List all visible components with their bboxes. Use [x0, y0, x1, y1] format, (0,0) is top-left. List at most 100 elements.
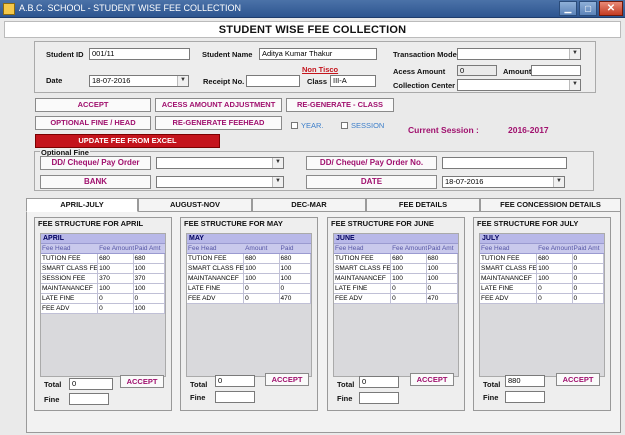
year-checkbox[interactable]: [291, 122, 298, 129]
maximize-button[interactable]: ▢: [579, 1, 597, 16]
collection-center-select[interactable]: ▼: [457, 79, 581, 91]
student-id-input[interactable]: 001/11: [89, 48, 190, 60]
table-row[interactable]: SMART CLASS FE 100 100: [334, 264, 458, 274]
dd-cheque-no-input[interactable]: [442, 157, 567, 169]
section-accept-button[interactable]: ACCEPT: [556, 373, 600, 386]
column-header[interactable]: Fee Head: [334, 244, 391, 253]
optional-fine-head-button[interactable]: OPTIONAL FINE / HEAD: [35, 116, 151, 130]
tab-august-nov[interactable]: AUGUST-NOV: [138, 198, 252, 212]
table-row[interactable]: TUTION FEE 680 0: [480, 254, 604, 264]
table-row[interactable]: TUTION FEE 680 680: [41, 254, 165, 264]
paid-amount-cell: 0: [573, 294, 604, 303]
bank-select[interactable]: ▼: [156, 176, 284, 188]
table-row[interactable]: SMART CLASS FE 100 100: [41, 264, 165, 274]
fine-input[interactable]: [69, 393, 109, 405]
table-row[interactable]: MAINTANANCEF 100 100: [41, 284, 165, 294]
table-row[interactable]: SMART CLASS FE 100 100: [187, 264, 311, 274]
column-header[interactable]: Fee Head: [480, 244, 537, 253]
current-session-value: 2016-2017: [508, 125, 549, 135]
column-header[interactable]: Paid: [280, 244, 311, 253]
table-row[interactable]: FEE ADV 0 0: [480, 294, 604, 304]
receipt-label: Receipt No.: [203, 77, 245, 86]
chevron-down-icon[interactable]: ▼: [569, 80, 580, 90]
column-header[interactable]: Fee Amount: [98, 244, 133, 253]
bank-button[interactable]: BANK: [40, 175, 151, 189]
date-button[interactable]: DATE: [306, 175, 437, 189]
regenerate-feehead-button[interactable]: RE-GENERATE FEEHEAD: [155, 116, 282, 130]
chevron-down-icon[interactable]: ▼: [272, 177, 283, 187]
fee-head-cell: SMART CLASS FE: [481, 264, 538, 273]
receipt-no-field[interactable]: [246, 75, 300, 87]
column-header[interactable]: Fee Head: [41, 244, 98, 253]
fee-amount-cell: 0: [537, 284, 573, 293]
regenerate-class-button[interactable]: RE-GENERATE - CLASS: [286, 98, 394, 112]
tab-fee-details[interactable]: FEE DETAILS: [366, 198, 480, 212]
table-row[interactable]: LATE FINE 0 0: [41, 294, 165, 304]
column-header[interactable]: Paid Amt: [427, 244, 458, 253]
table-row[interactable]: MAINTANANCEF 100 0: [480, 274, 604, 284]
tab-fee-concession-details[interactable]: FEE CONCESSION DETAILS: [480, 198, 621, 212]
close-button[interactable]: ✕: [599, 1, 623, 16]
fee-amount-cell: 100: [391, 264, 427, 273]
column-header[interactable]: Fee Amount: [391, 244, 426, 253]
tab-dec-mar[interactable]: DEC-MAR: [252, 198, 366, 212]
table-row[interactable]: LATE FINE 0 0: [480, 284, 604, 294]
section-accept-button[interactable]: ACCEPT: [120, 375, 164, 388]
paid-amount-cell: 0: [427, 284, 458, 293]
total-label: Total: [337, 380, 355, 389]
fee-amount-cell: 0: [98, 294, 134, 303]
session-checkbox[interactable]: [341, 122, 348, 129]
table-row[interactable]: TUTION FEE 680 680: [334, 254, 458, 264]
fee-head-cell: TUTION FEE: [480, 254, 538, 263]
accept-button[interactable]: ACCEPT: [35, 98, 151, 112]
dd-cheque-select[interactable]: ▼: [156, 157, 284, 169]
paid-amount-cell: 370: [134, 274, 165, 283]
section-accept-button[interactable]: ACCEPT: [410, 373, 454, 386]
table-row[interactable]: FEE ADV 0 470: [334, 294, 458, 304]
table-row[interactable]: SMART CLASS FE 100 0: [480, 264, 604, 274]
fine-input[interactable]: [359, 392, 399, 404]
fine-input[interactable]: [505, 391, 545, 403]
amount-input[interactable]: [531, 65, 581, 76]
fee-head-cell: LATE FINE: [334, 284, 392, 293]
table-row[interactable]: FEE ADV 0 470: [187, 294, 311, 304]
column-header[interactable]: Amount: [244, 244, 279, 253]
fine-date-picker[interactable]: 18-07-2016 ▼: [442, 176, 565, 188]
date-picker[interactable]: 18-07-2016 ▼: [89, 75, 189, 87]
table-row[interactable]: SESSION FEE 370 370: [41, 274, 165, 284]
column-header[interactable]: Fee Head: [187, 244, 244, 253]
table-row[interactable]: MAINTANANCEF 100 100: [334, 274, 458, 284]
column-header[interactable]: Paid Amt: [134, 244, 165, 253]
dd-cheque-button[interactable]: DD/ Cheque/ Pay Order: [40, 156, 151, 170]
tab-april-july[interactable]: APRIL-JULY: [26, 198, 138, 212]
total-label: Total: [44, 380, 62, 389]
column-header[interactable]: Paid Amt: [573, 244, 604, 253]
total-label: Total: [483, 380, 501, 389]
dd-cheque-no-button[interactable]: DD/ Cheque/ Pay Order No.: [306, 156, 437, 170]
table-row[interactable]: LATE FINE 0 0: [334, 284, 458, 294]
amount-label: Amount: [503, 67, 532, 76]
fee-structure-april: FEE STRUCTURE FOR APRIL APRIL Fee Head F…: [34, 217, 172, 411]
chevron-down-icon[interactable]: ▼: [272, 158, 283, 168]
chevron-down-icon[interactable]: ▼: [569, 49, 580, 59]
minimize-button[interactable]: ▁: [559, 1, 577, 16]
transaction-mode-select[interactable]: ▼: [457, 48, 581, 60]
fee-head-cell: FEE ADV: [187, 294, 245, 303]
fine-input[interactable]: [215, 391, 255, 403]
chevron-down-icon[interactable]: ▼: [177, 76, 188, 86]
update-fee-from-excel-button[interactable]: UPDATE FEE FROM EXCEL: [35, 134, 220, 148]
date-label: Date: [46, 76, 63, 85]
fee-structure-june: FEE STRUCTURE FOR JUNE JUNE Fee Head Fee…: [327, 217, 465, 411]
table-row[interactable]: LATE FINE 0 0: [187, 284, 311, 294]
table-row[interactable]: MAINTANANCEF 100 100: [187, 274, 311, 284]
table-row[interactable]: TUTION FEE 680 680: [187, 254, 311, 264]
fee-head-cell: MAINTANANCEF: [480, 274, 538, 283]
fine-label: Fine: [337, 394, 353, 403]
section-accept-button[interactable]: ACCEPT: [265, 373, 309, 386]
table-row[interactable]: FEE ADV 0 100: [41, 304, 165, 314]
column-header[interactable]: Fee Amount: [537, 244, 572, 253]
window-title: A.B.C. SCHOOL - STUDENT WISE FEE COLLECT…: [19, 3, 242, 13]
chevron-down-icon[interactable]: ▼: [553, 177, 564, 187]
fee-amount-cell: 680: [244, 254, 280, 263]
access-amount-adjustment-button[interactable]: ACESS AMOUNT ADJUSTMENT: [155, 98, 282, 112]
